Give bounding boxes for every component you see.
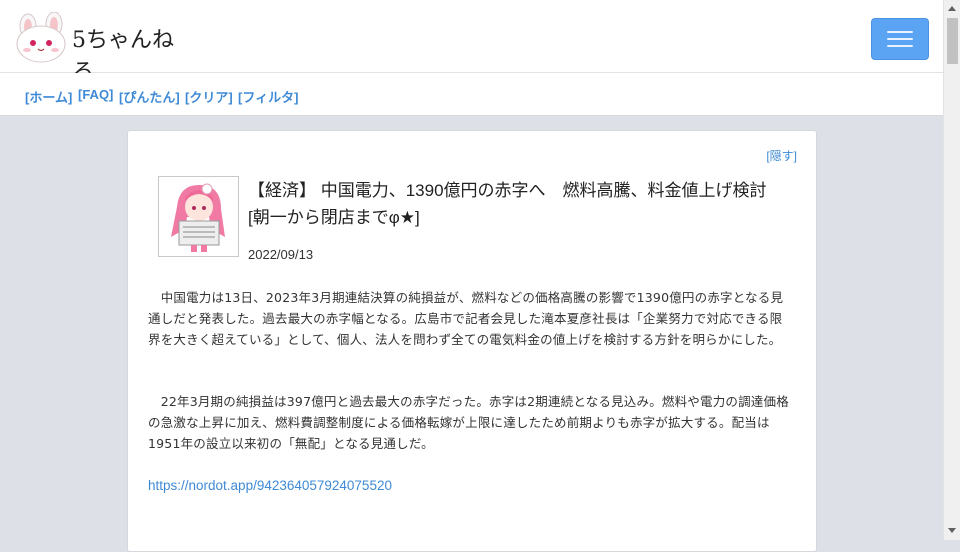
scroll-down-arrow-icon[interactable] xyxy=(948,528,956,533)
nav-link-filter[interactable]: [フィルタ] xyxy=(238,87,298,106)
scrollbar-thumb[interactable] xyxy=(947,18,958,64)
article-card: [隠す] 【経済】 中国電力、1390億円の赤字へ 燃料高騰、料金値上げ検討 [… xyxy=(127,130,817,552)
mascot-reading-newspaper-icon xyxy=(159,177,238,256)
article-thumbnail xyxy=(158,176,239,257)
scroll-up-arrow-icon[interactable] xyxy=(948,6,956,11)
site-logo[interactable]: 5ちゃんねる xyxy=(14,11,174,85)
nav-link-pintan[interactable]: [ぴんたん] xyxy=(119,87,180,106)
hamburger-icon xyxy=(887,31,913,33)
article-paragraph: 中国電力は13日、2023年3月期連結決算の純損益が、燃料などの価格高騰の影響で… xyxy=(148,290,784,347)
article-date: 2022/09/13 xyxy=(248,247,314,262)
nav-link-faq[interactable]: [FAQ] xyxy=(78,87,113,102)
article-title[interactable]: 【経済】 中国電力、1390億円の赤字へ 燃料高騰、料金値上げ検討 [朝一から閉… xyxy=(248,177,788,231)
nav-link-home[interactable]: [ホーム] xyxy=(25,87,72,106)
hamburger-icon-line xyxy=(887,38,913,40)
nav-link-clear[interactable]: [クリア] xyxy=(185,87,233,106)
hamburger-icon-line xyxy=(887,45,913,47)
hide-link[interactable]: [隠す] xyxy=(766,147,797,164)
article-paragraph: 22年3月期の純損益は397億円と過去最大の赤字だった。赤字は2期連続となる見込… xyxy=(148,394,789,451)
source-link[interactable]: https://nordot.app/942364057924075520 xyxy=(148,478,392,493)
top-nav: [ホーム] [FAQ] [ぴんたん] [クリア] [フィルタ] xyxy=(0,73,943,116)
menu-toggle-button[interactable] xyxy=(871,18,929,60)
rabbit-mascot-icon xyxy=(16,11,66,63)
site-header: 5ちゃんねる xyxy=(0,0,943,85)
vertical-scrollbar[interactable] xyxy=(943,0,960,540)
